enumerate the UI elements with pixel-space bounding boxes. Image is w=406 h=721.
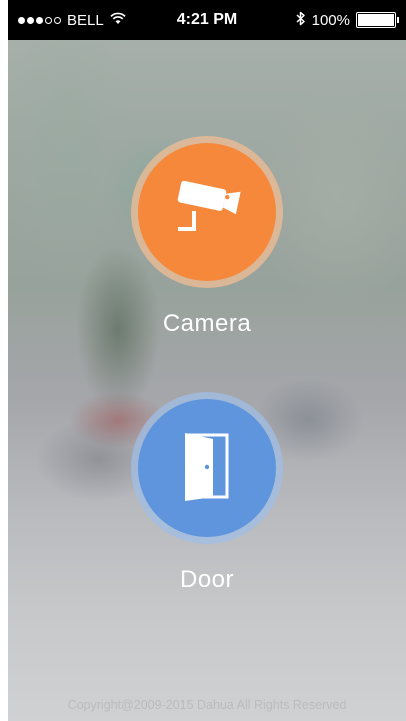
signal-icon xyxy=(18,16,61,24)
camera-button-circle[interactable] xyxy=(138,143,276,281)
battery-percent: 100% xyxy=(311,11,350,29)
status-bar: BELL 4:21 PM 100% xyxy=(8,0,406,40)
camera-label[interactable]: Camera xyxy=(163,310,251,338)
door-button-circle[interactable] xyxy=(138,399,276,537)
door-button-ring[interactable] xyxy=(131,392,283,544)
status-right: 100% xyxy=(296,0,399,40)
battery-icon xyxy=(356,12,399,28)
camera-button[interactable]: Camera xyxy=(8,136,406,338)
door-label[interactable]: Door xyxy=(180,566,234,594)
door-button[interactable]: Door xyxy=(8,392,406,594)
copyright-text: Copyright@2009-2015 Dahua All Rights Res… xyxy=(67,698,347,712)
wifi-icon xyxy=(110,12,126,29)
bluetooth-icon xyxy=(296,11,306,30)
carrier-name: BELL xyxy=(67,11,104,29)
status-left: BELL xyxy=(18,0,126,40)
app-screen: BELL 4:21 PM 100% Camera Door Copyright@… xyxy=(0,0,406,721)
door-icon xyxy=(181,431,233,506)
blurred-background-image xyxy=(8,0,406,721)
camera-button-ring[interactable] xyxy=(131,136,283,288)
security-camera-icon xyxy=(170,180,244,244)
